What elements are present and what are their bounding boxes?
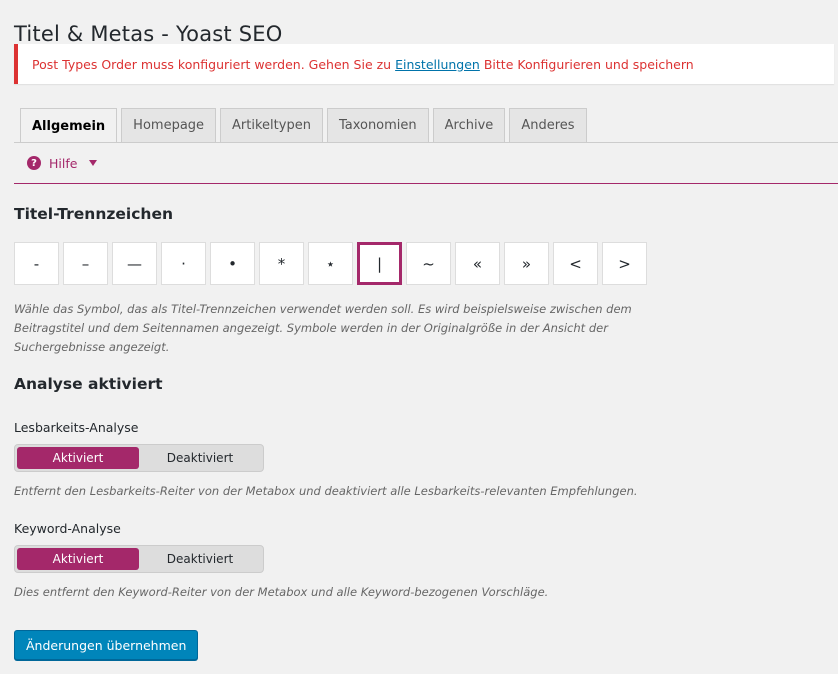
separator-description: Wähle das Symbol, das als Titel-Trennzei… <box>14 300 632 357</box>
separator-option[interactable]: — <box>112 242 157 285</box>
readability-label: Lesbarkeits-Analyse <box>14 420 139 435</box>
separator-option[interactable]: • <box>210 242 255 285</box>
description-line: Beitragstitel und dem Seitennamen angeze… <box>14 321 608 335</box>
separator-option[interactable]: < <box>553 242 598 285</box>
keyword-description: Dies entfernt den Keyword-Reiter von der… <box>14 585 549 599</box>
separator-option[interactable]: ~ <box>406 242 451 285</box>
help-label: Hilfe <box>49 155 78 171</box>
keyword-toggle: Aktiviert Deaktiviert <box>14 545 264 573</box>
readability-off-option[interactable]: Deaktiviert <box>139 447 261 469</box>
keyword-label: Keyword-Analyse <box>14 521 121 536</box>
separator-option[interactable]: » <box>504 242 549 285</box>
analysis-heading: Analyse aktiviert <box>14 375 163 393</box>
tab-allgemein[interactable]: Allgemein <box>20 108 118 143</box>
readability-toggle: Aktiviert Deaktiviert <box>14 444 264 472</box>
caret-down-icon <box>89 160 98 166</box>
notice-text-after: Bitte Konfigurieren und speichern <box>483 56 694 72</box>
tab-anderes[interactable]: Anderes <box>509 108 587 142</box>
notice-text-before: Post Types Order muss konfiguriert werde… <box>32 56 392 72</box>
tab-bar: Allgemein Homepage Artikeltypen Taxonomi… <box>20 108 587 143</box>
question-circle-icon: ? <box>27 156 41 170</box>
description-line: Wähle das Symbol, das als Titel-Trennzei… <box>14 302 632 316</box>
separator-option[interactable]: - <box>14 242 59 285</box>
separator-option[interactable]: – <box>63 242 108 285</box>
separator-option-selected[interactable]: | <box>357 242 402 285</box>
separator-option[interactable]: * <box>259 242 304 285</box>
separator-options: - – — · • * ⋆ | ~ « » < > <box>14 242 647 285</box>
tab-divider <box>14 142 838 143</box>
tab-archive[interactable]: Archive <box>432 108 506 142</box>
help-divider <box>14 183 838 184</box>
separator-option[interactable]: · <box>161 242 206 285</box>
keyword-off-option[interactable]: Deaktiviert <box>139 548 261 570</box>
save-changes-button[interactable]: Änderungen übernehmen <box>14 630 199 660</box>
help-toggle[interactable]: ? Hilfe <box>27 154 98 172</box>
separator-option[interactable]: > <box>602 242 647 285</box>
description-line: Suchergebnisse angezeigt. <box>14 340 170 354</box>
readability-on-option[interactable]: Aktiviert <box>17 447 139 469</box>
readability-description: Entfernt den Lesbarkeits-Reiter von der … <box>14 484 638 498</box>
separator-option[interactable]: ⋆ <box>308 242 353 285</box>
keyword-on-option[interactable]: Aktiviert <box>17 548 139 570</box>
separator-heading: Titel-Trennzeichen <box>14 205 173 223</box>
page-title: Titel & Metas - Yoast SEO <box>14 22 283 47</box>
tab-homepage[interactable]: Homepage <box>121 108 217 142</box>
config-notice: Post Types Order muss konfiguriert werde… <box>14 44 834 84</box>
separator-option[interactable]: « <box>455 242 500 285</box>
tab-taxonomien[interactable]: Taxonomien <box>326 108 429 142</box>
tab-artikeltypen[interactable]: Artikeltypen <box>220 108 323 142</box>
settings-link[interactable]: Einstellungen <box>395 57 480 72</box>
